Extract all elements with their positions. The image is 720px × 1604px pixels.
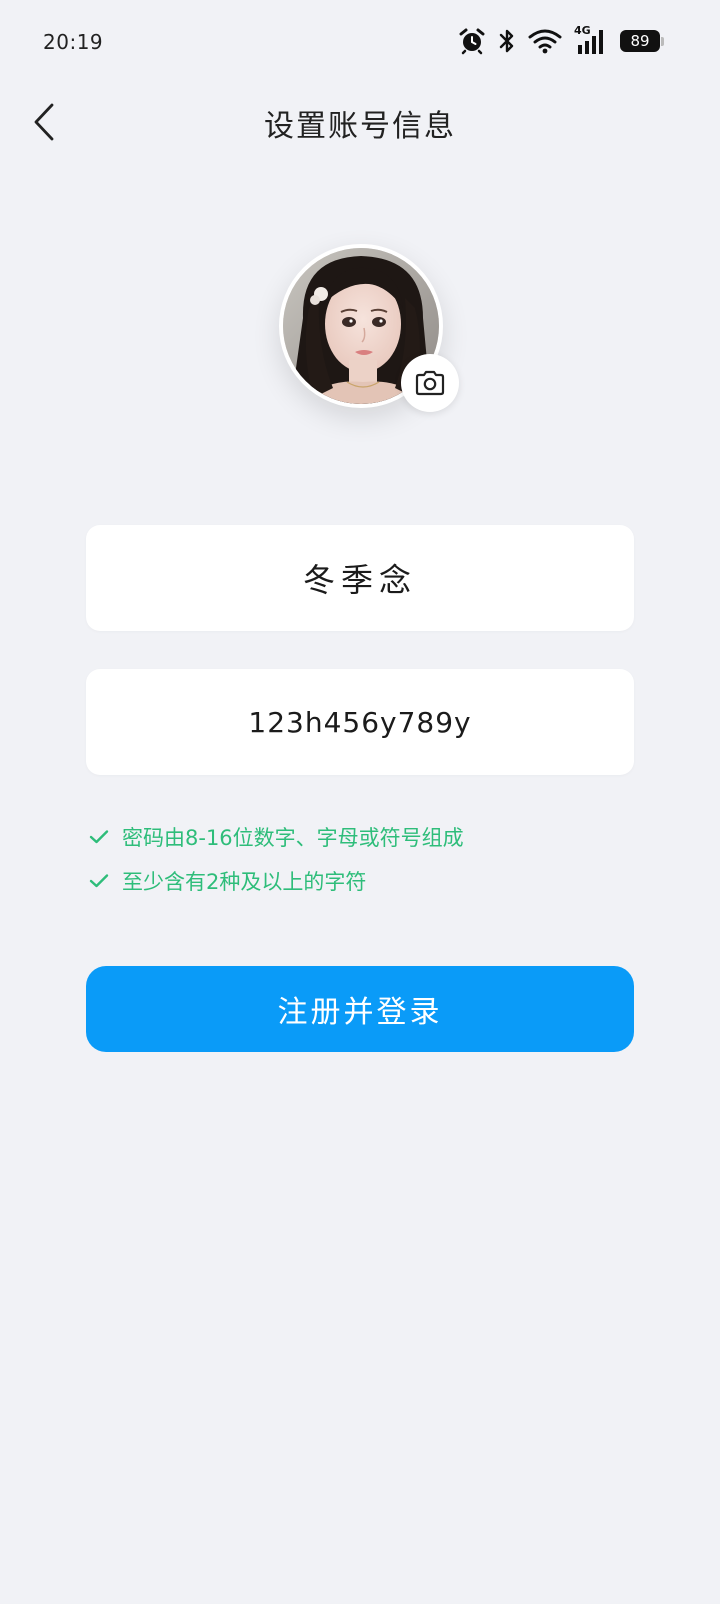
check-icon xyxy=(88,870,110,892)
header: 设置账号信息 xyxy=(0,84,720,162)
status-time: 20:19 xyxy=(43,30,104,54)
rule-text: 密码由8-16位数字、字母或符号组成 xyxy=(122,826,464,850)
rule-item: 密码由8-16位数字、字母或符号组成 xyxy=(88,815,648,859)
camera-button[interactable] xyxy=(401,354,459,412)
nickname-input[interactable] xyxy=(86,558,634,598)
camera-icon xyxy=(415,370,445,396)
alarm-icon xyxy=(458,27,486,55)
status-icons: 4G 89 xyxy=(458,24,664,58)
page-title: 设置账号信息 xyxy=(264,109,456,144)
battery-level: 89 xyxy=(620,30,660,52)
bluetooth-icon xyxy=(498,27,516,55)
status-bar: 20:19 4G 89 xyxy=(0,0,720,84)
check-icon xyxy=(88,826,110,848)
rule-text: 至少含有2种及以上的字符 xyxy=(122,870,367,894)
wifi-icon xyxy=(528,28,562,54)
nickname-field[interactable] xyxy=(86,525,634,631)
password-rules: 密码由8-16位数字、字母或符号组成 至少含有2种及以上的字符 xyxy=(88,815,648,903)
password-input[interactable] xyxy=(86,704,634,740)
password-field[interactable] xyxy=(86,669,634,775)
battery-icon: 89 xyxy=(620,29,664,53)
signal-icon: 4G xyxy=(574,24,608,55)
rule-item: 至少含有2种及以上的字符 xyxy=(88,859,648,903)
avatar-container xyxy=(279,244,459,412)
register-login-button[interactable]: 注册并登录 xyxy=(86,966,634,1052)
